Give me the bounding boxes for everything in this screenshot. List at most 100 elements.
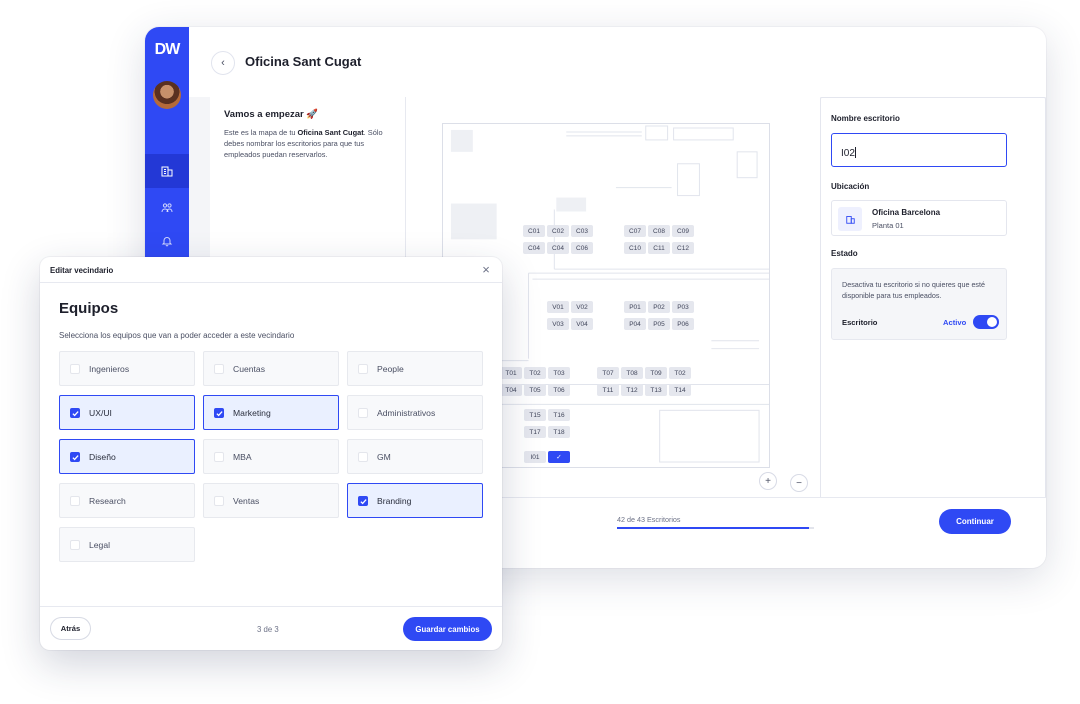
checkbox-icon[interactable] (214, 364, 224, 374)
team-option[interactable]: GM (347, 439, 483, 474)
team-label: Diseño (89, 452, 116, 462)
checkbox-checked-icon[interactable] (70, 408, 80, 418)
team-option[interactable]: UX/UI (59, 395, 195, 430)
plus-icon: + (765, 475, 771, 487)
desk-t12[interactable]: T12 (621, 384, 643, 396)
back-button[interactable]: Atrás (50, 617, 91, 640)
team-option[interactable]: Diseño (59, 439, 195, 474)
section-description: Selecciona los equipos que van a poder a… (59, 331, 295, 340)
desk-selected[interactable]: ✓ (548, 451, 570, 463)
building-icon (161, 166, 173, 177)
desk-t03[interactable]: T03 (548, 367, 570, 379)
team-option[interactable]: Cuentas (203, 351, 339, 386)
desk-t13[interactable]: T13 (645, 384, 667, 396)
desk-c01[interactable]: C01 (523, 225, 545, 237)
state-description: Desactiva tu escritorio si no quieres qu… (842, 280, 986, 300)
team-option[interactable]: People (347, 351, 483, 386)
avatar[interactable] (153, 81, 181, 109)
team-label: Ingenieros (89, 364, 130, 374)
desk-c07[interactable]: C07 (624, 225, 646, 237)
desk-t04[interactable]: T04 (500, 384, 522, 396)
team-option[interactable]: Administrativos (347, 395, 483, 430)
desk-c09[interactable]: C09 (672, 225, 694, 237)
checkbox-icon[interactable] (358, 364, 368, 374)
desk-p04[interactable]: P04 (624, 318, 646, 330)
team-label: GM (377, 452, 391, 462)
desk-i01[interactable]: I01 (524, 451, 546, 463)
team-option[interactable]: Marketing (203, 395, 339, 430)
save-changes-button[interactable]: Guardar cambios (403, 617, 492, 641)
desk-v03[interactable]: V03 (547, 318, 569, 330)
checkbox-icon[interactable] (214, 452, 224, 462)
team-option[interactable]: Legal (59, 527, 195, 562)
desk-t02[interactable]: T02 (669, 367, 691, 379)
sidebar-item-offices[interactable] (145, 154, 189, 188)
checkbox-icon[interactable] (358, 452, 368, 462)
desk-c06[interactable]: C06 (571, 242, 593, 254)
desk-t08[interactable]: T08 (621, 367, 643, 379)
zoom-out-button[interactable]: − (790, 474, 808, 492)
desk-c03[interactable]: C03 (571, 225, 593, 237)
team-option[interactable]: Research (59, 483, 195, 518)
team-option[interactable]: MBA (203, 439, 339, 474)
desk-p02[interactable]: P02 (648, 301, 670, 313)
checkbox-icon[interactable] (70, 364, 80, 374)
desk-v02[interactable]: V02 (571, 301, 593, 313)
desk-t05[interactable]: T05 (524, 384, 546, 396)
back-button[interactable]: ‹ (211, 51, 235, 75)
checkbox-icon[interactable] (214, 496, 224, 506)
team-option[interactable]: Ventas (203, 483, 339, 518)
desk-p01[interactable]: P01 (624, 301, 646, 313)
desk-t18[interactable]: T18 (548, 426, 570, 438)
toggle-knob (987, 317, 997, 327)
sidebar-item-notifications[interactable] (145, 224, 189, 258)
close-icon[interactable]: × (479, 263, 493, 277)
desk-t07[interactable]: T07 (597, 367, 619, 379)
desk-t14[interactable]: T14 (669, 384, 691, 396)
location-name: Oficina Barcelona (872, 208, 941, 217)
desk-c08[interactable]: C08 (648, 225, 670, 237)
desk-t06[interactable]: T06 (548, 384, 570, 396)
desk-t17[interactable]: T17 (524, 426, 546, 438)
checkbox-icon[interactable] (70, 496, 80, 506)
sidebar-item-teams[interactable] (145, 191, 189, 225)
bell-icon (161, 237, 173, 247)
progress-bar (617, 527, 814, 529)
checkbox-checked-icon[interactable] (70, 452, 80, 462)
office-name: Oficina Sant Cugat (297, 128, 364, 137)
team-option[interactable]: Ingenieros (59, 351, 195, 386)
team-option[interactable]: Branding (347, 483, 483, 518)
desk-t02[interactable]: T02 (524, 367, 546, 379)
desk-t15[interactable]: T15 (524, 409, 546, 421)
desk-name-input[interactable]: I02 (831, 133, 1007, 167)
intro-text: Este es la mapa de tu Oficina Sant Cugat… (224, 128, 383, 159)
desk-t09[interactable]: T09 (645, 367, 667, 379)
desk-c12[interactable]: C12 (672, 242, 694, 254)
desk-c11[interactable]: C11 (648, 242, 670, 254)
checkbox-icon[interactable] (70, 540, 80, 550)
team-label: Ventas (233, 496, 260, 506)
desk-v01[interactable]: V01 (547, 301, 569, 313)
modal-header: Editar vecindario × (40, 257, 502, 283)
continue-button[interactable]: Continuar (939, 509, 1011, 534)
desk-p06[interactable]: P06 (672, 318, 694, 330)
desk-c04[interactable]: C04 (547, 242, 569, 254)
desk-c10[interactable]: C10 (624, 242, 646, 254)
zoom-in-button[interactable]: + (759, 472, 777, 490)
desk-t01[interactable]: T01 (500, 367, 522, 379)
desk-p05[interactable]: P05 (648, 318, 670, 330)
checkbox-checked-icon[interactable] (358, 496, 368, 506)
desk-c02[interactable]: C02 (547, 225, 569, 237)
location-card[interactable]: Oficina Barcelona Planta 01 (831, 200, 1007, 236)
desk-state-label: Escritorio (842, 318, 878, 327)
active-toggle[interactable] (973, 315, 999, 329)
check-icon: ✓ (556, 454, 562, 461)
checkbox-checked-icon[interactable] (214, 408, 224, 418)
checkbox-icon[interactable] (358, 408, 368, 418)
desk-p03[interactable]: P03 (672, 301, 694, 313)
chevron-left-icon: ‹ (221, 57, 225, 69)
desk-t11[interactable]: T11 (597, 384, 619, 396)
desk-c04[interactable]: C04 (523, 242, 545, 254)
desk-t16[interactable]: T16 (548, 409, 570, 421)
desk-v04[interactable]: V04 (571, 318, 593, 330)
